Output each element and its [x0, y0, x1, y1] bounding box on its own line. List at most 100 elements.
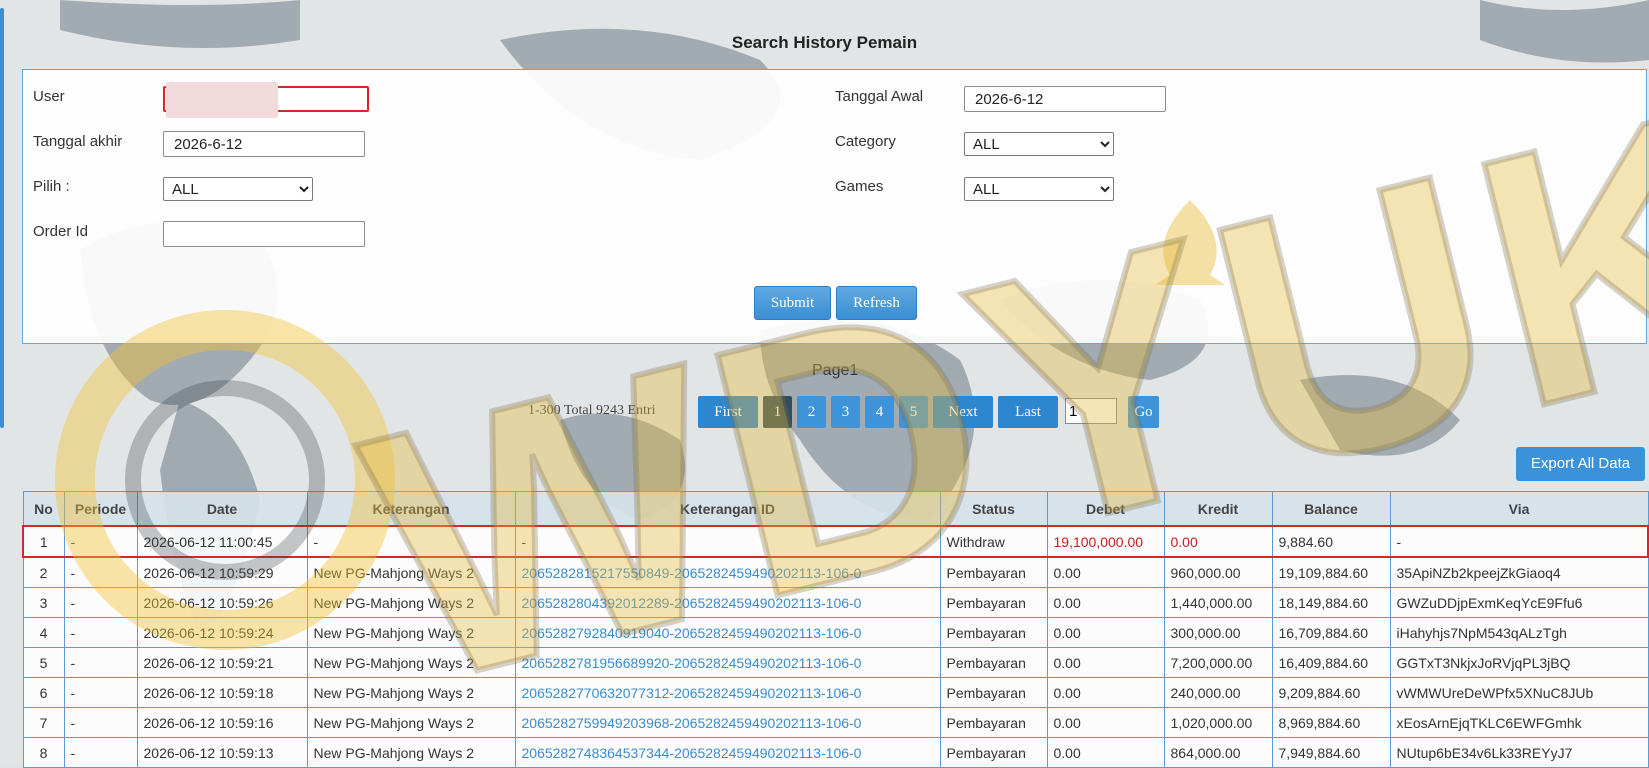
page-button-5[interactable]: 5 [899, 396, 928, 428]
submit-button[interactable]: Submit [754, 286, 831, 320]
cell-date: 2026-06-12 11:00:45 [136, 525, 308, 558]
table-header-row: No Periode Date Keterangan Keterangan ID… [22, 491, 1649, 527]
col-header-date[interactable]: Date [136, 491, 308, 527]
category-select[interactable]: ALL [964, 132, 1114, 156]
cell-balance: 18,149,884.60 [1271, 587, 1391, 618]
cell-debet: 0.00 [1046, 617, 1165, 648]
cell-no: 3 [22, 587, 65, 618]
cell-date: 2026-06-12 10:59:18 [136, 677, 308, 708]
cell-periode: - [63, 737, 138, 768]
cell-keterangan: New PG-Mahjong Ways 2 [306, 587, 516, 618]
export-all-data-button[interactable]: Export All Data [1516, 447, 1645, 481]
cell-debet: 0.00 [1046, 556, 1165, 588]
cell-no: 6 [22, 677, 65, 708]
cell-kredit: 0.00 [1163, 525, 1273, 558]
cell-kredit: 960,000.00 [1163, 556, 1273, 588]
cell-date: 2026-06-12 10:59:13 [136, 737, 308, 768]
col-header-via[interactable]: Via [1389, 491, 1649, 527]
tanggal-awal-input[interactable] [964, 86, 1166, 112]
cell-periode: - [63, 525, 138, 558]
cell-keterangan: New PG-Mahjong Ways 2 [306, 647, 516, 678]
cell-balance: 9,209,884.60 [1271, 677, 1391, 708]
category-label: Category [835, 133, 896, 150]
cell-balance: 16,709,884.60 [1271, 617, 1391, 648]
cell-kredit: 300,000.00 [1163, 617, 1273, 648]
cell-via: iHahyhjs7NpM543qALzTgh [1389, 617, 1649, 648]
cell-keterangan-id-link[interactable]: 2065282748364537344-2065282459490202113-… [514, 737, 941, 768]
cell-keterangan-id-link[interactable]: 2065282792840919040-2065282459490202113-… [514, 617, 941, 648]
cell-keterangan-id-link[interactable]: 2065282759949203968-2065282459490202113-… [514, 707, 941, 738]
cell-status: Pembayaran [939, 737, 1048, 768]
col-header-debet[interactable]: Debet [1046, 491, 1165, 527]
col-header-keterangan-id[interactable]: Keterangan ID [514, 491, 941, 527]
cell-keterangan: New PG-Mahjong Ways 2 [306, 556, 516, 588]
next-page-button[interactable]: Next [933, 396, 993, 428]
cell-via: - [1389, 525, 1649, 558]
table-row: 6 - 2026-06-12 10:59:18 New PG-Mahjong W… [22, 677, 1649, 708]
cell-via: GWZuDDjpExmKeqYcE9Ffu6 [1389, 587, 1649, 618]
page-button-1[interactable]: 1 [763, 396, 792, 428]
first-page-button[interactable]: First [698, 396, 758, 428]
order-id-input[interactable] [163, 221, 365, 247]
page-button-2[interactable]: 2 [797, 396, 826, 428]
games-label: Games [835, 178, 884, 195]
cell-balance: 8,969,884.60 [1271, 707, 1391, 738]
cell-keterangan-id-link[interactable]: 2065282815217550849-2065282459490202113-… [514, 556, 941, 588]
cell-keterangan-id-link[interactable]: 2065282770632077312-2065282459490202113-… [514, 677, 941, 708]
col-header-keterangan[interactable]: Keterangan [306, 491, 516, 527]
col-header-status[interactable]: Status [939, 491, 1048, 527]
refresh-button[interactable]: Refresh [836, 286, 917, 320]
cell-date: 2026-06-12 10:59:24 [136, 617, 308, 648]
table-row: 3 - 2026-06-12 10:59:26 New PG-Mahjong W… [22, 587, 1649, 618]
cell-periode: - [63, 556, 138, 588]
page-button-3[interactable]: 3 [831, 396, 860, 428]
pilih-select[interactable]: ALL [163, 177, 313, 201]
user-label: User [33, 88, 65, 105]
cell-keterangan: - [306, 525, 516, 558]
user-input[interactable] [163, 86, 369, 112]
col-header-periode[interactable]: Periode [63, 491, 138, 527]
cell-status: Withdraw [939, 525, 1048, 558]
cell-no: 4 [22, 617, 65, 648]
col-header-kredit[interactable]: Kredit [1163, 491, 1273, 527]
table-row: 4 - 2026-06-12 10:59:24 New PG-Mahjong W… [22, 617, 1649, 648]
cell-date: 2026-06-12 10:59:26 [136, 587, 308, 618]
col-header-no[interactable]: No [22, 491, 65, 527]
order-id-label: Order Id [33, 223, 89, 240]
cell-via: NUtup6bE34v6Lk33REYyJ7 [1389, 737, 1649, 768]
tanggal-awal-label: Tanggal Awal [835, 88, 924, 105]
cell-debet: 0.00 [1046, 677, 1165, 708]
cell-keterangan-id: - [514, 525, 941, 558]
goto-page-input[interactable] [1065, 398, 1117, 424]
cell-periode: - [63, 647, 138, 678]
cell-periode: - [63, 677, 138, 708]
cell-periode: - [63, 587, 138, 618]
tanggal-akhir-label: Tanggal akhir [33, 133, 123, 150]
games-select[interactable]: ALL [964, 177, 1114, 201]
cell-debet: 0.00 [1046, 737, 1165, 768]
cell-debet: 0.00 [1046, 587, 1165, 618]
page-button-4[interactable]: 4 [865, 396, 894, 428]
table-row: 1 - 2026-06-12 11:00:45 - - Withdraw 19,… [22, 525, 1649, 558]
cell-keterangan-id-link[interactable]: 2065282781956689920-2065282459490202113-… [514, 647, 941, 678]
table-row: 5 - 2026-06-12 10:59:21 New PG-Mahjong W… [22, 647, 1649, 678]
cell-kredit: 1,020,000.00 [1163, 707, 1273, 738]
cell-status: Pembayaran [939, 556, 1048, 588]
cell-via: vWMWUreDeWPfx5XNuC8JUb [1389, 677, 1649, 708]
col-header-balance[interactable]: Balance [1271, 491, 1391, 527]
cell-kredit: 864,000.00 [1163, 737, 1273, 768]
cell-keterangan: New PG-Mahjong Ways 2 [306, 707, 516, 738]
cell-keterangan-id-link[interactable]: 2065282804392012289-2065282459490202113-… [514, 587, 941, 618]
cell-kredit: 240,000.00 [1163, 677, 1273, 708]
tanggal-akhir-input[interactable] [163, 131, 365, 157]
cell-status: Pembayaran [939, 707, 1048, 738]
cell-keterangan: New PG-Mahjong Ways 2 [306, 737, 516, 768]
cell-status: Pembayaran [939, 647, 1048, 678]
pilih-label: Pilih : [33, 178, 70, 195]
cell-date: 2026-06-12 10:59:16 [136, 707, 308, 738]
go-button[interactable]: Go [1128, 396, 1159, 428]
table-row: 2 - 2026-06-12 10:59:29 New PG-Mahjong W… [22, 556, 1649, 588]
last-page-button[interactable]: Last [998, 396, 1058, 428]
cell-status: Pembayaran [939, 617, 1048, 648]
cell-date: 2026-06-12 10:59:29 [136, 556, 308, 588]
